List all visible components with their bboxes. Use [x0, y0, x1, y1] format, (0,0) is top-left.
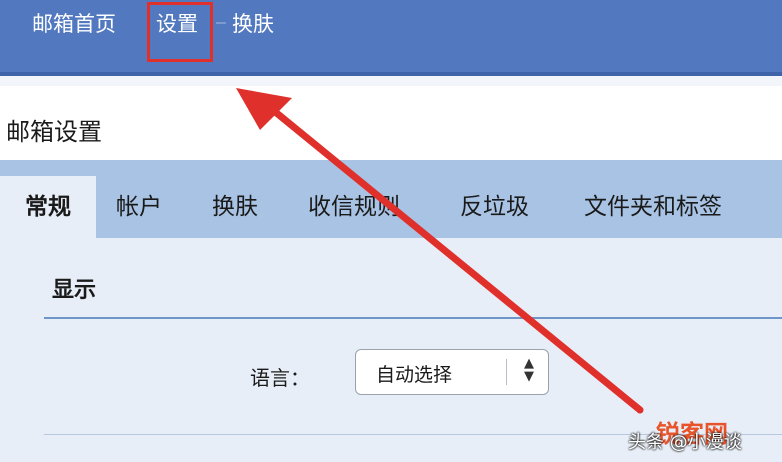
annotation-arrow-icon: [236, 88, 644, 414]
annotation-arrow-head: [236, 88, 292, 130]
watermark: 锐客网 头条 @小漫谈: [624, 414, 782, 462]
watermark-text: 头条 @小漫谈: [628, 432, 742, 453]
annotation-arrow-shaft: [264, 102, 644, 414]
